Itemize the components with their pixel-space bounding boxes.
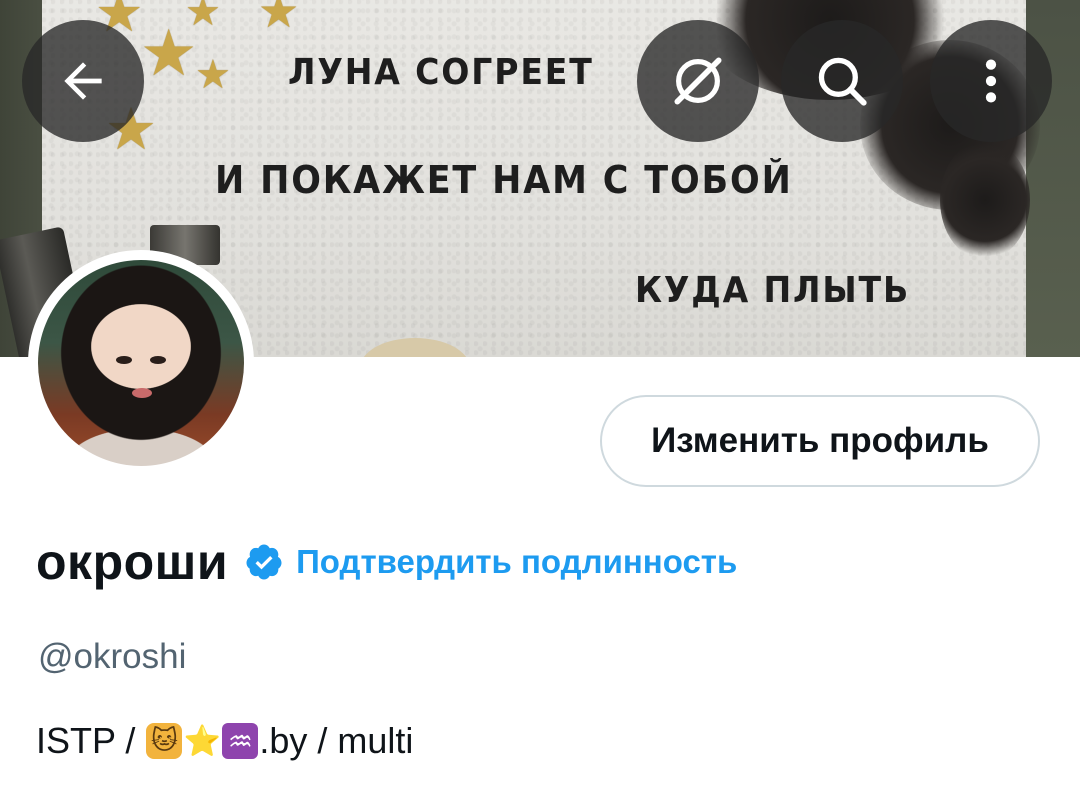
search-button[interactable] — [781, 20, 903, 142]
star-sticker: ★ — [258, 0, 300, 38]
edit-profile-button[interactable]: Изменить профиль — [600, 395, 1040, 487]
no-image-icon — [674, 57, 722, 105]
avatar-lips — [132, 388, 152, 398]
verified-badge-icon[interactable] — [244, 542, 284, 582]
verify-authenticity-link[interactable]: Подтвердить подлинность — [296, 543, 737, 581]
avatar-eye — [150, 356, 166, 364]
banner-ink-blob — [940, 140, 1030, 260]
bio-prefix: ISTP / — [36, 720, 146, 761]
search-icon — [818, 57, 867, 106]
avatar[interactable] — [38, 260, 244, 466]
more-options-button[interactable] — [930, 20, 1052, 142]
star-sticker: ★ — [195, 52, 231, 98]
bio-suffix: .by / multi — [259, 720, 414, 761]
arrow-left-icon — [64, 62, 102, 100]
banner-text-line: ЛУНА СОГРЕЕТ — [288, 52, 594, 93]
more-vertical-icon — [985, 59, 997, 103]
avatar-eye — [116, 356, 132, 364]
banner-text-line: КУДА ПЛЫТЬ — [635, 270, 911, 311]
hide-media-button[interactable] — [637, 20, 759, 142]
name-row: окроши Подтвердить подлинность — [36, 530, 737, 594]
display-name: окроши — [36, 534, 229, 590]
back-button[interactable] — [22, 20, 144, 142]
profile-bio: ISTP / 🐱 ⭐ ♒ .by / multi — [36, 720, 413, 762]
aquarius-emoji-icon: ♒ — [222, 723, 259, 759]
star-sticker: ★ — [185, 0, 221, 35]
star-emoji-icon: ⭐ — [183, 723, 222, 759]
user-handle: @okroshi — [38, 637, 187, 676]
cat-emoji-icon: 🐱 — [146, 723, 183, 759]
banner-text-line: И ПОКАЖЕТ НАМ С ТОБОЙ — [215, 158, 793, 202]
